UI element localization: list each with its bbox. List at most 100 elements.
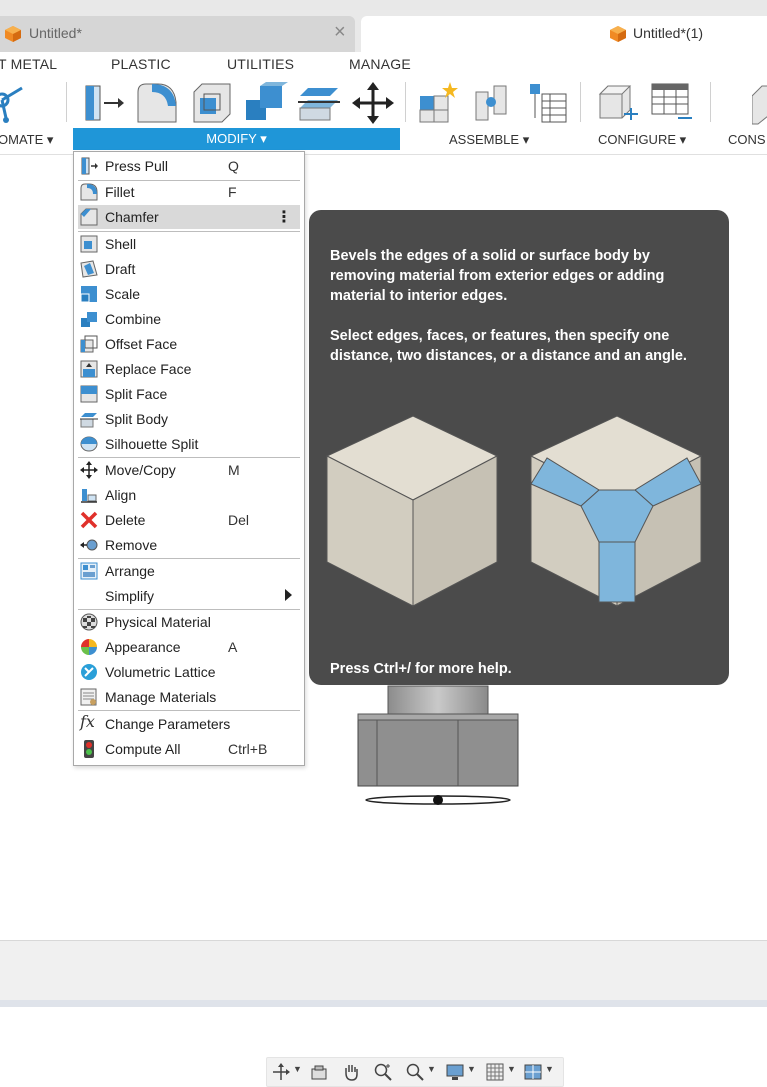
silhouette-split-icon	[80, 436, 98, 452]
fit-icon[interactable]	[405, 1062, 425, 1082]
menu-divider	[78, 710, 300, 711]
configure-cube-tool-icon[interactable]	[594, 80, 640, 128]
menu-item-scale[interactable]: Scale	[78, 282, 300, 306]
menu-item-physical-material[interactable]: Physical Material	[78, 610, 300, 634]
menu-item-label: Delete	[105, 512, 146, 528]
menu-item-fillet[interactable]: Fillet F	[78, 180, 300, 204]
move-copy-tool-icon[interactable]	[350, 80, 396, 128]
replace-face-icon	[80, 360, 98, 378]
viewports-dropdown-icon[interactable]: ▼	[545, 1064, 554, 1074]
menu-item-silhouette-split[interactable]: Silhouette Split	[78, 432, 300, 456]
remove-icon	[80, 539, 98, 551]
modify-label: MODIFY ▾	[206, 131, 267, 146]
document-cube-icon	[609, 25, 627, 46]
grid-snaps-icon[interactable]	[485, 1062, 505, 1082]
split-body-tool-icon[interactable]	[296, 80, 342, 128]
display-dropdown-icon[interactable]: ▼	[467, 1064, 476, 1074]
menu-item-shortcut: A	[228, 639, 238, 655]
pan-hand-icon[interactable]	[341, 1062, 361, 1082]
menu-item-remove[interactable]: Remove	[78, 533, 300, 557]
fillet-icon	[80, 183, 98, 201]
menu-item-align[interactable]: Align	[78, 483, 300, 507]
zoom-icon[interactable]	[373, 1062, 393, 1082]
menu-item-label: Silhouette Split	[105, 436, 199, 452]
fx-parameters-icon: fx	[80, 712, 95, 731]
status-strip	[0, 1000, 767, 1007]
new-component-tool-icon[interactable]	[416, 80, 462, 128]
menu-item-label: Chamfer	[105, 209, 159, 225]
close-tab-icon[interactable]: ×	[334, 21, 346, 44]
menu-item-compute-all[interactable]: Compute All Ctrl+B	[78, 737, 300, 761]
document-tab-untitled-1[interactable]: Untitled*(1)	[361, 16, 767, 52]
menu-item-offset-face[interactable]: Offset Face	[78, 332, 300, 356]
menu-item-split-body[interactable]: Split Body	[78, 407, 300, 431]
draft-icon	[80, 260, 98, 278]
look-at-icon[interactable]	[309, 1062, 329, 1082]
menu-item-label: Offset Face	[105, 336, 178, 352]
zoom-dropdown-icon[interactable]: ▼	[427, 1064, 436, 1074]
menu-item-simplify[interactable]: Simplify	[78, 584, 300, 608]
menu-item-split-face[interactable]: Split Face	[78, 382, 300, 406]
menu-item-replace-face[interactable]: Replace Face	[78, 357, 300, 381]
menu-item-manage-materials[interactable]: Manage Materials	[78, 685, 300, 709]
menu-item-label: Press Pull	[105, 158, 169, 174]
group-assemble-label[interactable]: ASSEMBLE ▾	[449, 130, 529, 150]
tab-plastic[interactable]: PLASTIC	[111, 56, 171, 72]
ribbon-divider	[66, 82, 67, 122]
document-tab-untitled[interactable]: Untitled* ×	[0, 16, 355, 52]
viewports-icon[interactable]	[523, 1062, 543, 1082]
menu-item-label: Combine	[105, 311, 162, 327]
combine-tool-icon[interactable]	[242, 80, 288, 128]
modify-dropdown-button[interactable]: MODIFY ▾	[73, 128, 400, 150]
menu-item-change-parameters[interactable]: fx Change Parameters	[78, 712, 300, 736]
menu-item-label: Physical Material	[105, 614, 211, 630]
more-options-icon[interactable]: ⋮	[276, 207, 292, 227]
shell-tool-icon[interactable]	[188, 80, 234, 128]
configuration-table-tool-icon[interactable]	[648, 80, 694, 128]
menu-item-volumetric-lattice[interactable]: Volumetric Lattice	[78, 660, 300, 684]
menu-item-label: Move/Copy	[105, 462, 176, 478]
tooltip-help-hint: Press Ctrl+/ for more help.	[330, 661, 512, 677]
menu-item-label: Fillet	[105, 184, 135, 200]
chamfer-tooltip: Bevels the edges of a solid or surface b…	[309, 210, 729, 685]
menu-item-appearance[interactable]: Appearance A	[78, 635, 300, 659]
menu-item-label: Arrange	[105, 563, 155, 579]
menu-item-delete[interactable]: Delete Del	[78, 508, 300, 532]
tab-sheet-metal[interactable]: T METAL	[0, 56, 57, 72]
menu-item-press-pull[interactable]: Press Pull Q	[78, 154, 300, 178]
tab-utilities[interactable]: UTILITIES	[227, 56, 294, 72]
construct-plane-tool-icon[interactable]	[751, 80, 767, 128]
tab-manage[interactable]: MANAGE	[349, 56, 411, 72]
menu-item-shortcut: Q	[228, 158, 239, 174]
group-configure-label[interactable]: CONFIGURE ▾	[598, 130, 686, 150]
menu-item-shell[interactable]: Shell	[78, 232, 300, 256]
joint-tool-icon[interactable]	[470, 80, 516, 128]
fillet-tool-icon[interactable]	[134, 80, 180, 128]
scale-icon	[80, 286, 97, 303]
menu-item-draft[interactable]: Draft	[78, 257, 300, 281]
menu-item-label: Draft	[105, 261, 136, 277]
menu-item-move-copy[interactable]: Move/Copy M	[78, 458, 300, 482]
display-settings-icon[interactable]	[445, 1062, 465, 1082]
menu-item-label: Simplify	[105, 588, 155, 604]
automate-tool-icon[interactable]	[0, 80, 38, 128]
menu-item-label: Compute All	[105, 741, 181, 757]
menu-item-label: Volumetric Lattice	[105, 664, 216, 680]
menu-item-label: Align	[105, 487, 137, 503]
group-automate-label[interactable]: OMATE ▾	[0, 130, 53, 150]
cube-before-illustration	[325, 415, 499, 607]
menu-item-label: Change Parameters	[105, 716, 231, 732]
menu-item-shortcut: M	[228, 462, 240, 478]
menu-item-shortcut: Del	[228, 512, 250, 528]
group-construct-label[interactable]: CONS	[728, 130, 766, 150]
press-pull-tool-icon[interactable]	[80, 80, 126, 128]
menu-item-chamfer[interactable]: Chamfer ⋮	[78, 205, 300, 229]
menu-item-combine[interactable]: Combine	[78, 307, 300, 331]
combine-icon	[81, 312, 97, 327]
bom-table-tool-icon[interactable]	[524, 80, 570, 128]
menu-item-label: Split Body	[105, 411, 169, 427]
menu-item-arrange[interactable]: Arrange	[78, 559, 300, 583]
grid-dropdown-icon[interactable]: ▼	[507, 1064, 516, 1074]
orbit-icon[interactable]	[271, 1062, 291, 1082]
orbit-dropdown-icon[interactable]: ▼	[293, 1064, 302, 1074]
